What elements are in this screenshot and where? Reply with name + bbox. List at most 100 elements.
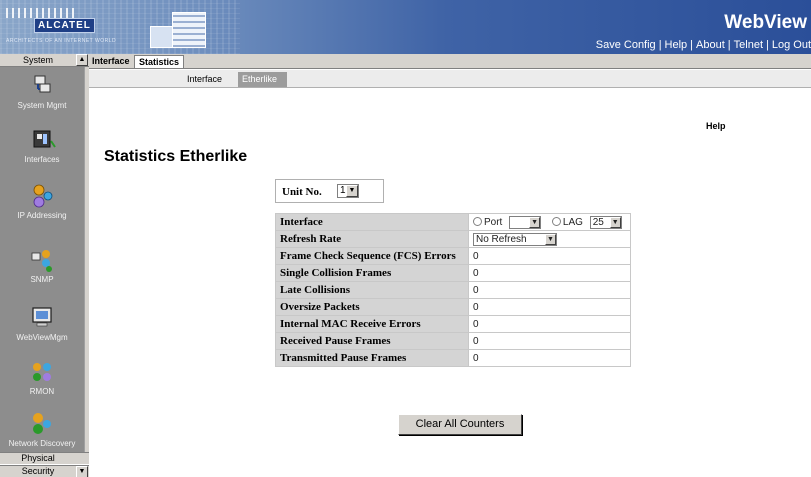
interface-selector: Port ▼ LAG 25 ▼ [468, 213, 631, 231]
scroll-up-button[interactable]: ▲ [76, 54, 88, 66]
row-label: Internal MAC Receive Errors [275, 315, 469, 333]
snmp-icon [31, 250, 52, 272]
webview-mgmt-icon [32, 307, 52, 327]
table-row: Interface Port ▼ LAG 25 ▼ [275, 213, 631, 231]
about-link[interactable]: About [696, 39, 725, 51]
table-row: Oversize Packets 0 [275, 298, 631, 316]
chevron-down-icon[interactable]: ▼ [529, 216, 541, 228]
sidebar-section-physical[interactable]: Physical [0, 452, 89, 464]
logo-tagline: ARCHITECTS OF AN INTERNET WORLD [6, 38, 117, 44]
link-separator: | [766, 39, 769, 51]
port-label: Port [484, 216, 503, 228]
unit-label: Unit No. [282, 186, 322, 198]
unit-selector-box: Unit No. 1 ▼ [275, 179, 384, 203]
header-banner: ALCATEL ARCHITECTS OF AN INTERNET WORLD … [0, 0, 811, 54]
sidebar-item-label: RMON [29, 387, 55, 396]
main-tabbar: Interface Statistics [89, 54, 811, 69]
sidebar-section-system[interactable]: System [0, 55, 76, 65]
rmon-icon [33, 363, 51, 381]
sidebar-item-rmon[interactable]: RMON [0, 359, 84, 396]
logo-dots [6, 8, 76, 18]
row-label: Oversize Packets [275, 298, 469, 316]
save-config-link[interactable]: Save Config [596, 39, 656, 51]
sub-tabbar: Interface Etherlike [89, 70, 811, 88]
lag-select[interactable]: 25 ▼ [589, 215, 622, 229]
link-separator: | [658, 39, 662, 51]
table-row: Single Collision Frames 0 [275, 264, 631, 282]
port-select[interactable]: ▼ [509, 215, 542, 229]
row-label: Refresh Rate [275, 230, 469, 248]
tab-statistics[interactable]: Statistics [134, 55, 185, 68]
row-label: Late Collisions [275, 281, 469, 299]
webview-page: ALCATEL ARCHITECTS OF AN INTERNET WORLD … [0, 0, 811, 477]
sidebar-item-ip-addressing[interactable]: IP Addressing [0, 183, 84, 220]
refresh-rate-cell: No Refresh ▼ [468, 230, 631, 248]
table-row: Transmitted Pause Frames 0 [275, 349, 631, 367]
help-link[interactable]: Help [706, 121, 726, 131]
network-discovery-icon [33, 413, 51, 434]
sidebar-header[interactable]: System ▲ [0, 54, 89, 67]
help-link-top[interactable]: Help [665, 39, 688, 51]
sidebar-item-label: System Mgmt [17, 101, 67, 110]
subtab-etherlike[interactable]: Etherlike [238, 72, 288, 87]
row-label: Single Collision Frames [275, 264, 469, 282]
row-value: 0 [468, 349, 631, 367]
lag-radio[interactable] [551, 216, 561, 226]
sidebar-item-label: IP Addressing [17, 211, 67, 220]
table-row: Frame Check Sequence (FCS) Errors 0 [275, 247, 631, 265]
table-row: Refresh Rate No Refresh ▼ [275, 230, 631, 248]
unit-select[interactable]: 1 ▼ [337, 184, 359, 198]
row-value: 0 [468, 247, 631, 265]
link-separator: | [690, 39, 694, 51]
sidebar-body: System Mgmt Interfaces IP Addressing SNM… [0, 67, 89, 452]
sidebar-section-label[interactable]: Physical [0, 453, 76, 463]
chevron-down-icon[interactable]: ▼ [545, 233, 556, 245]
port-radio[interactable] [473, 216, 482, 226]
logo-text: ALCATEL [34, 18, 95, 33]
sidebar-item-webview-mgmt[interactable]: WebViewMgm [0, 305, 84, 342]
row-value: 0 [468, 298, 631, 316]
header-links: Save Config | Help | About | Telnet | Log Out [596, 39, 811, 51]
system-mgmt-icon [34, 75, 51, 93]
row-value: 0 [468, 332, 631, 350]
chevron-down-icon[interactable]: ▼ [609, 216, 621, 228]
lag-value: 25 [592, 216, 604, 228]
sidebar-section-label[interactable]: Security [0, 466, 76, 476]
sidebar-item-label: SNMP [30, 275, 54, 284]
page-title: Statistics Etherlike [104, 148, 248, 165]
refresh-rate-select[interactable]: No Refresh ▼ [473, 232, 557, 246]
sidebar-item-network-discovery[interactable]: Network Discovery [0, 411, 84, 448]
table-row: Received Pause Frames 0 [275, 332, 631, 350]
link-separator: | [727, 39, 731, 51]
ip-addressing-icon [33, 184, 53, 208]
chevron-down-icon[interactable]: ▼ [346, 185, 358, 197]
log-out-link[interactable]: Log Out [772, 39, 811, 51]
sidebar-item-label: WebViewMgm [16, 333, 68, 342]
tab-interface[interactable]: Interface [92, 56, 130, 66]
sidebar-scrollbar[interactable] [84, 67, 89, 452]
sidebar-section-security[interactable]: Security ▼ [0, 465, 89, 477]
unit-value: 1 [340, 185, 346, 196]
building-block-right [172, 12, 206, 48]
scroll-down-button[interactable]: ▼ [76, 466, 88, 477]
sidebar-item-label: Interfaces [24, 155, 60, 164]
row-value: 0 [468, 315, 631, 333]
sidebar-item-snmp[interactable]: SNMP [0, 247, 84, 284]
row-value: 0 [468, 264, 631, 282]
row-value: 0 [468, 281, 631, 299]
clear-all-counters-button[interactable]: Clear All Counters [398, 414, 522, 435]
alcatel-logo: ALCATEL ARCHITECTS OF AN INTERNET WORLD [6, 8, 118, 46]
row-label: Transmitted Pause Frames [275, 349, 469, 367]
row-label: Interface [275, 213, 469, 231]
sidebar-item-label: Network Discovery [8, 439, 76, 448]
sidebar-item-interfaces[interactable]: Interfaces [0, 127, 84, 164]
building-icon [150, 12, 210, 50]
lag-label: LAG [562, 216, 583, 228]
app-title: WebView [724, 12, 807, 33]
row-label: Received Pause Frames [275, 332, 469, 350]
sidebar-item-system-mgmt[interactable]: System Mgmt [0, 73, 84, 110]
telnet-link[interactable]: Telnet [734, 39, 763, 51]
interfaces-icon [33, 130, 56, 148]
subtab-interface[interactable]: Interface [187, 74, 222, 84]
table-row: Late Collisions 0 [275, 281, 631, 299]
